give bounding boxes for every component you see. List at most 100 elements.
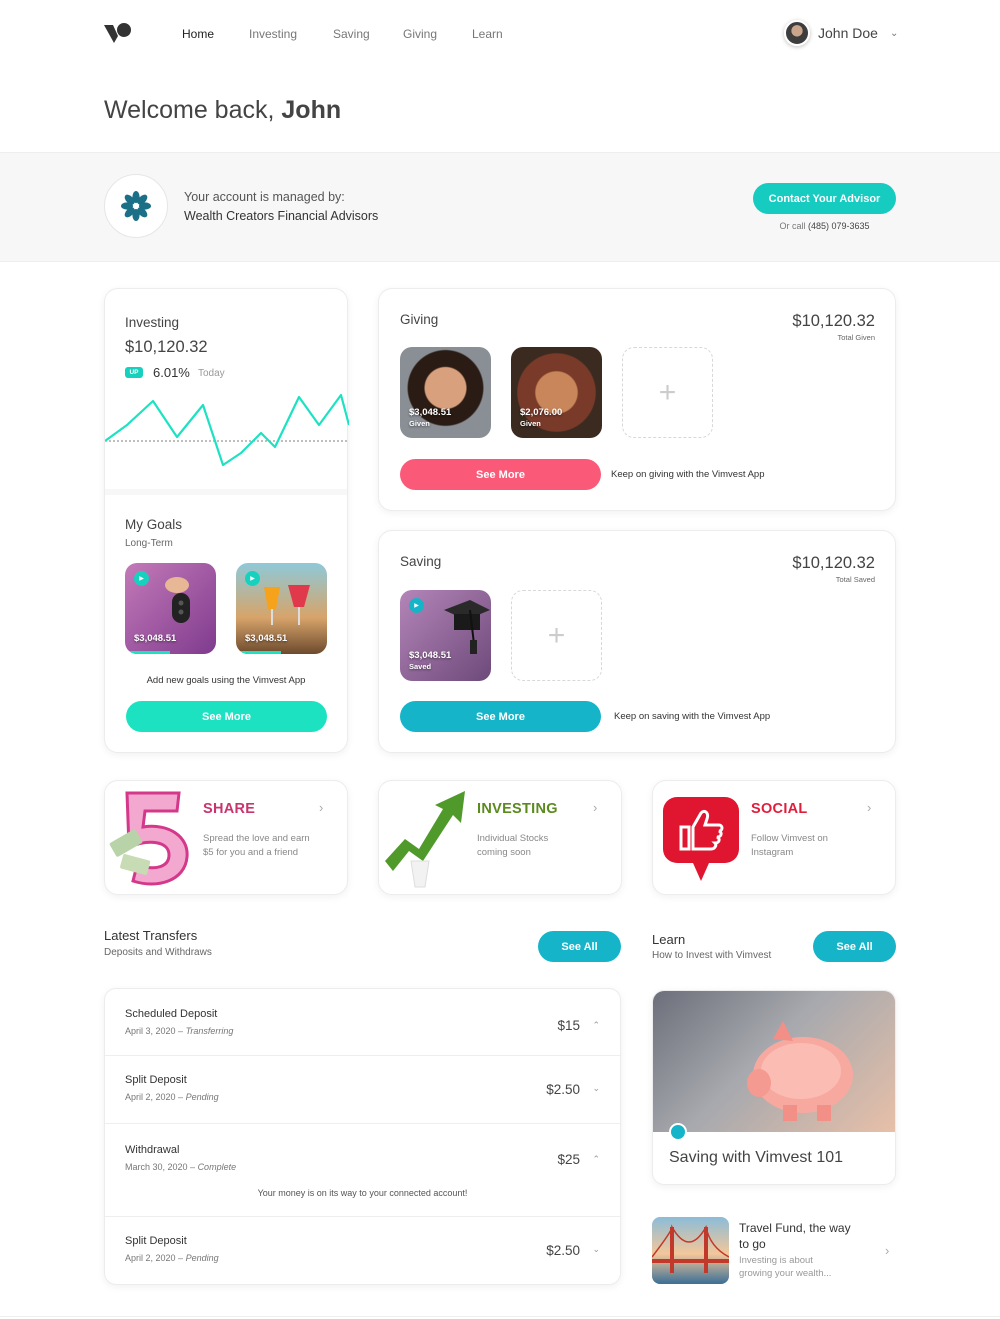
welcome-prefix: Welcome back,: [104, 96, 275, 124]
chevron-up-icon[interactable]: ⌃: [592, 1154, 600, 1165]
up-badge: UP: [125, 367, 143, 378]
nav-investing[interactable]: Investing: [249, 27, 297, 41]
article-title-line2: to go: [739, 1236, 766, 1251]
or-call-label: Or call: [779, 221, 806, 231]
transfer-status: Pending: [185, 1092, 219, 1102]
chevron-up-icon[interactable]: ⌃: [592, 1020, 600, 1031]
car-key-image: [165, 577, 190, 623]
advisor-phone[interactable]: (485) 079-3635: [808, 221, 870, 231]
goal-amount: $3,048.51: [134, 632, 177, 644]
add-giving-tile[interactable]: +: [622, 347, 713, 438]
neon-five-image: [109, 791, 189, 886]
play-icon[interactable]: ▶: [134, 571, 149, 586]
learn-see-all-button[interactable]: See All: [813, 931, 896, 962]
saving-tile[interactable]: ▶ $3,048.51 Saved: [400, 590, 491, 681]
saving-title: Saving: [400, 554, 442, 569]
play-icon[interactable]: ▶: [409, 598, 424, 613]
transfer-date: April 3, 2020 –: [125, 1026, 184, 1036]
transfer-title: Scheduled Deposit: [125, 1008, 218, 1020]
transfer-row[interactable]: Scheduled Deposit April 3, 2020 – Transf…: [105, 989, 620, 1056]
transfer-title: Withdrawal: [125, 1144, 180, 1156]
saving-hint: Keep on saving with the Vimvest App: [614, 711, 771, 722]
chevron-right-icon: ›: [593, 800, 598, 815]
chevron-right-icon: ›: [885, 1243, 890, 1258]
golden-gate-image: [652, 1217, 729, 1284]
social-promo-card[interactable]: SOCIAL › Follow Vimvest on Instagram: [652, 780, 896, 895]
share-title: SHARE: [203, 801, 256, 817]
transfer-status: Complete: [197, 1162, 237, 1172]
transfer-amount: $2.50: [546, 1243, 580, 1258]
social-desc-line2: Instagram: [751, 847, 794, 858]
giving-see-more-button[interactable]: See More: [400, 459, 601, 490]
saving-card: Saving $10,120.32 Total Saved ▶ $3,048.5…: [378, 530, 896, 753]
investing-sparkline: [105, 393, 349, 467]
goal-tile[interactable]: ▶ $3,048.51: [236, 563, 327, 654]
progress-dot: [669, 1123, 687, 1141]
contact-advisor-button[interactable]: Contact Your Advisor: [753, 183, 896, 214]
saving-see-more-button[interactable]: See More: [400, 701, 601, 732]
nav-giving[interactable]: Giving: [403, 27, 437, 41]
goal-progress: [236, 651, 281, 654]
giving-tile-amount: $3,048.51: [409, 406, 452, 418]
transfer-row[interactable]: Withdrawal March 30, 2020 – Complete $25…: [105, 1124, 620, 1217]
advisor-logo: [104, 174, 168, 238]
user-name: John Doe: [818, 25, 878, 41]
add-saving-tile[interactable]: +: [511, 590, 602, 681]
transfers-see-all-button[interactable]: See All: [538, 931, 621, 962]
welcome-name: John: [281, 96, 342, 124]
giving-card: Giving $10,120.32 Total Given $3,048.51 G…: [378, 288, 896, 511]
user-menu[interactable]: John Doe ⌄: [784, 20, 898, 46]
welcome-heading: Welcome back, John: [104, 96, 341, 125]
goals-title: My Goals: [125, 517, 183, 532]
goal-progress: [125, 651, 170, 654]
learn-article-item[interactable]: Travel Fund, the way to go Investing is …: [652, 1217, 896, 1285]
plus-icon: +: [658, 375, 677, 409]
goals-subtitle: Long-Term: [125, 538, 173, 549]
article-title: Travel Fund, the way to go: [739, 1221, 851, 1252]
learn-feature-card[interactable]: Saving with Vimvest 101: [652, 990, 896, 1185]
avatar: [784, 20, 810, 46]
investing-promo-card[interactable]: INVESTING › Individual Stocks coming soo…: [378, 780, 622, 895]
footer-divider: [0, 1316, 1000, 1317]
transfers-subtitle: Deposits and Withdraws: [104, 947, 212, 958]
chevron-down-icon[interactable]: ⌄: [592, 1244, 600, 1255]
transfer-date: April 2, 2020 –: [125, 1253, 184, 1263]
transfer-date: March 30, 2020 –: [125, 1162, 196, 1172]
share-promo-card[interactable]: SHARE › Spread the love and earn $5 for …: [104, 780, 348, 895]
investing-goals-card: Investing $10,120.32 UP 6.01% Today My G…: [104, 288, 349, 753]
transfer-amount: $2.50: [546, 1082, 580, 1097]
giving-tile[interactable]: $3,048.51 Given: [400, 347, 491, 438]
article-title-line1: Travel Fund, the way: [739, 1221, 851, 1235]
goals-see-more-button[interactable]: See More: [126, 701, 327, 732]
transfer-row[interactable]: Split Deposit April 2, 2020 – Pending $2…: [105, 1056, 620, 1124]
plus-icon: +: [547, 618, 566, 652]
transfer-row[interactable]: Split Deposit April 2, 2020 – Pending $2…: [105, 1217, 620, 1285]
share-desc-line1: Spread the love and earn: [203, 833, 310, 844]
transfer-status: Transferring: [185, 1026, 234, 1036]
investing-promo-title: INVESTING: [477, 801, 558, 817]
chevron-down-icon[interactable]: ⌄: [592, 1083, 600, 1094]
giving-title: Giving: [400, 312, 439, 327]
call-info: Or call (485) 079-3635: [753, 221, 896, 231]
advisor-firm: Wealth Creators Financial Advisors: [184, 209, 379, 223]
grad-cap-image: [444, 600, 490, 654]
article-desc-line2: growing your wealth...: [739, 1267, 832, 1279]
goal-tile[interactable]: ▶ $3,048.51: [125, 563, 216, 654]
goals-hint: Add new goals using the Vimvest App: [146, 675, 306, 686]
vimvest-logo[interactable]: [104, 22, 132, 44]
transfer-date: April 2, 2020 –: [125, 1092, 184, 1102]
giving-amount: $10,120.32: [792, 312, 875, 330]
transfer-amount: $15: [557, 1018, 580, 1033]
investing-promo-line1: Individual Stocks: [477, 833, 549, 844]
nav-home[interactable]: Home: [182, 27, 214, 41]
goal-amount: $3,048.51: [245, 632, 288, 644]
nav-learn[interactable]: Learn: [472, 27, 503, 41]
investing-period: Today: [198, 368, 225, 379]
giving-tile[interactable]: $2,076.00 Given: [511, 347, 602, 438]
article-desc-line1: Investing is about: [739, 1255, 813, 1266]
nav-saving[interactable]: Saving: [333, 27, 370, 41]
transfer-status: Pending: [185, 1253, 219, 1263]
social-title: SOCIAL: [751, 801, 808, 817]
investing-change: 6.01%: [153, 365, 190, 380]
divider: [105, 489, 347, 495]
